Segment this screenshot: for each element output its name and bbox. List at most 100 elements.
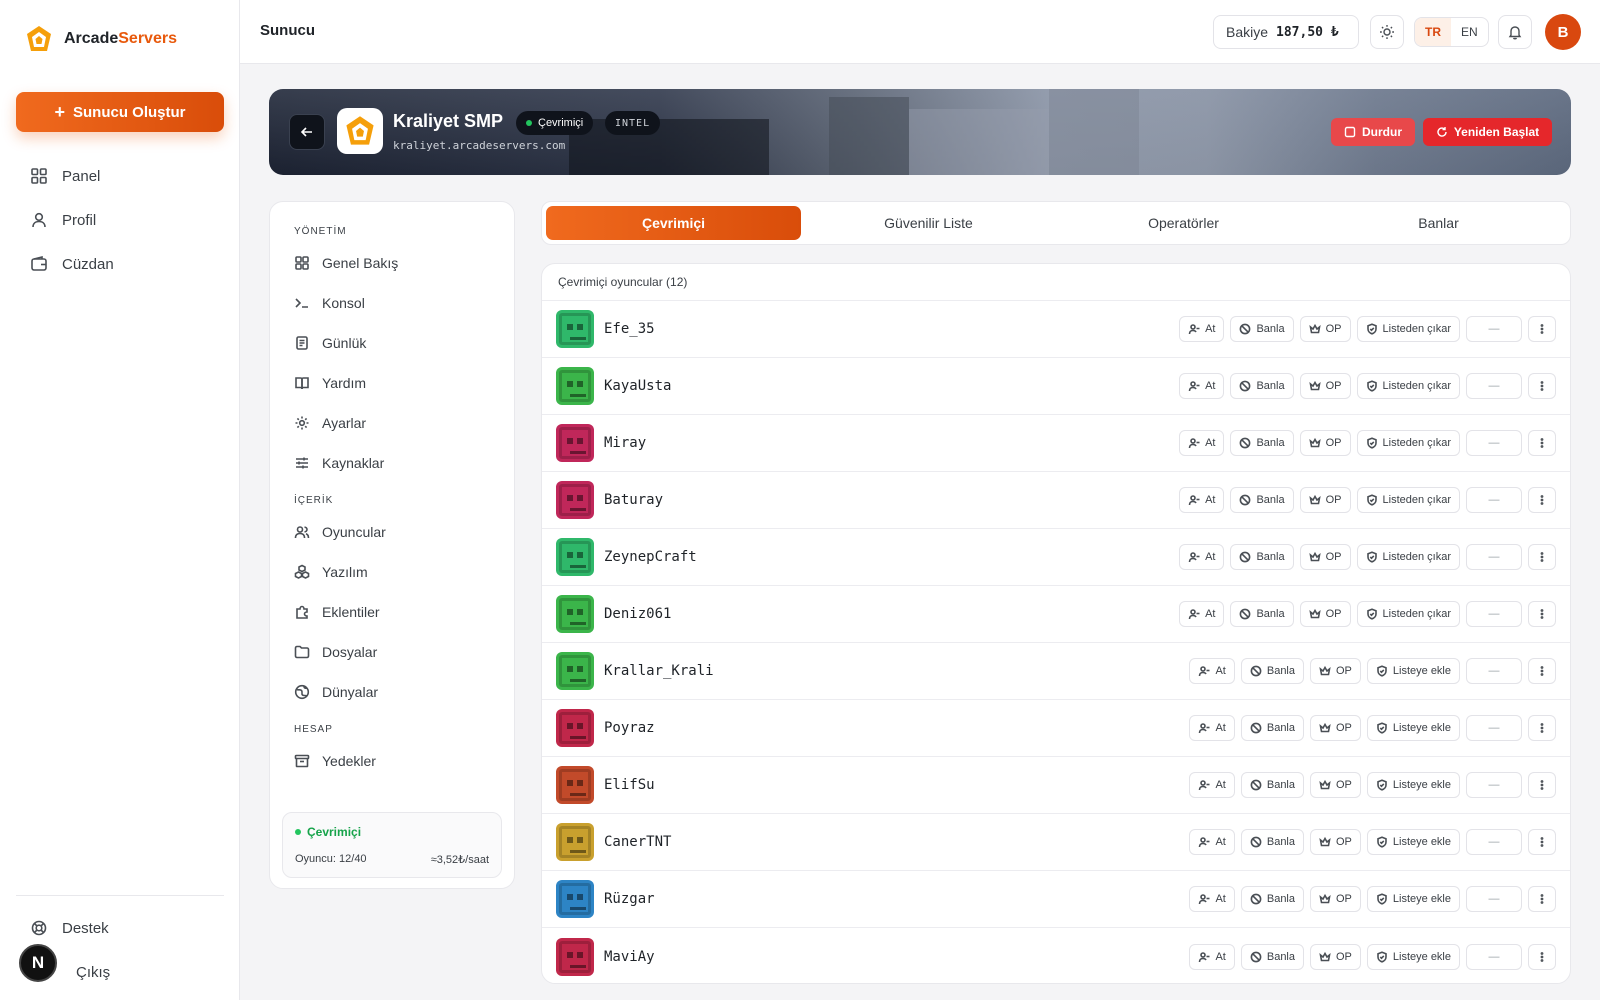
add-to-list-button[interactable]: Listeye ekle [1366, 715, 1460, 741]
more-actions-button[interactable] [1528, 772, 1556, 798]
kick-button[interactable]: At [1179, 316, 1225, 342]
placeholder-action[interactable]: — [1466, 430, 1522, 456]
placeholder-action[interactable]: — [1466, 943, 1522, 970]
kick-button[interactable]: At [1189, 943, 1235, 970]
ban-button[interactable]: Banla [1240, 772, 1304, 798]
server-nav-console[interactable]: Konsol [270, 283, 514, 323]
back-button[interactable] [289, 114, 325, 150]
tab-online[interactable]: Çevrimiçi [546, 206, 801, 240]
server-nav-backups[interactable]: Yedekler [270, 741, 514, 781]
more-actions-button[interactable] [1528, 487, 1556, 513]
placeholder-action[interactable]: — [1466, 487, 1522, 513]
kick-button[interactable]: At [1179, 601, 1225, 627]
balance-display[interactable]: Bakiye 187,50 ₺ [1213, 15, 1359, 49]
server-nav-settings[interactable]: Ayarlar [270, 403, 514, 443]
kick-button[interactable]: At [1179, 430, 1225, 456]
server-domain[interactable]: kraliyet.arcadeservers.com [393, 139, 565, 152]
op-button[interactable]: OP [1310, 772, 1361, 798]
kick-button[interactable]: At [1189, 829, 1235, 855]
server-nav-players[interactable]: Oyuncular [270, 512, 514, 552]
sidebar-item-profile[interactable]: Profil [16, 198, 224, 242]
remove-from-list-button[interactable]: Listeden çıkar [1356, 544, 1460, 570]
op-button[interactable]: OP [1299, 601, 1351, 627]
add-to-list-button[interactable]: Listeye ekle [1366, 772, 1460, 798]
restart-button[interactable]: Yeniden Başlat [1423, 118, 1552, 146]
more-actions-button[interactable] [1528, 829, 1556, 855]
server-nav-software[interactable]: Yazılım [270, 552, 514, 592]
more-actions-button[interactable] [1528, 544, 1556, 570]
server-nav-resources[interactable]: Kaynaklar [270, 443, 514, 483]
op-button[interactable]: OP [1310, 715, 1361, 741]
add-to-list-button[interactable]: Listeye ekle [1366, 829, 1460, 855]
add-to-list-button[interactable]: Listeye ekle [1366, 943, 1460, 970]
theme-toggle-button[interactable] [1370, 15, 1404, 49]
more-actions-button[interactable] [1528, 715, 1556, 741]
kick-button[interactable]: At [1179, 373, 1225, 399]
remove-from-list-button[interactable]: Listeden çıkar [1356, 373, 1460, 399]
op-button[interactable]: OP [1310, 658, 1361, 684]
tab-whitelist[interactable]: Güvenilir Liste [801, 206, 1056, 240]
more-actions-button[interactable] [1528, 886, 1556, 912]
ban-button[interactable]: Banla [1230, 487, 1294, 513]
op-button[interactable]: OP [1310, 886, 1361, 912]
op-button[interactable]: OP [1310, 829, 1361, 855]
sidebar-item-support[interactable]: Destek [16, 906, 224, 950]
brand[interactable]: ArcadeServers [24, 24, 177, 54]
sidebar-item-panel[interactable]: Panel [16, 154, 224, 198]
ban-button[interactable]: Banla [1240, 715, 1304, 741]
op-button[interactable]: OP [1299, 544, 1351, 570]
ban-button[interactable]: Banla [1240, 943, 1304, 970]
placeholder-action[interactable]: — [1466, 544, 1522, 570]
ban-button[interactable]: Banla [1230, 316, 1294, 342]
tab-bans[interactable]: Banlar [1311, 206, 1566, 240]
more-actions-button[interactable] [1528, 601, 1556, 627]
placeholder-action[interactable]: — [1466, 772, 1522, 798]
placeholder-action[interactable]: — [1466, 829, 1522, 855]
add-to-list-button[interactable]: Listeye ekle [1366, 886, 1460, 912]
kick-button[interactable]: At [1189, 772, 1235, 798]
server-nav-worlds[interactable]: Dünyalar [270, 672, 514, 712]
remove-from-list-button[interactable]: Listeden çıkar [1356, 601, 1460, 627]
ban-button[interactable]: Banla [1230, 601, 1294, 627]
placeholder-action[interactable]: — [1466, 886, 1522, 912]
kick-button[interactable]: At [1189, 715, 1235, 741]
server-nav-plugins[interactable]: Eklentiler [270, 592, 514, 632]
placeholder-action[interactable]: — [1466, 373, 1522, 399]
ban-button[interactable]: Banla [1240, 886, 1304, 912]
placeholder-action[interactable]: — [1466, 316, 1522, 342]
notifications-button[interactable] [1498, 15, 1532, 49]
ban-button[interactable]: Banla [1230, 373, 1294, 399]
ban-button[interactable]: Banla [1230, 430, 1294, 456]
kick-button[interactable]: At [1189, 886, 1235, 912]
add-to-list-button[interactable]: Listeye ekle [1366, 658, 1460, 684]
remove-from-list-button[interactable]: Listeden çıkar [1356, 487, 1460, 513]
kick-button[interactable]: At [1179, 487, 1225, 513]
sidebar-item-wallet[interactable]: Cüzdan [16, 242, 224, 286]
stop-button[interactable]: Durdur [1331, 118, 1415, 146]
more-actions-button[interactable] [1528, 430, 1556, 456]
placeholder-action[interactable]: — [1466, 601, 1522, 627]
kick-button[interactable]: At [1189, 658, 1235, 684]
create-server-button[interactable]: + Sunucu Oluştur [16, 92, 224, 132]
dev-badge[interactable]: N [19, 944, 57, 982]
placeholder-action[interactable]: — [1466, 715, 1522, 741]
ban-button[interactable]: Banla [1230, 544, 1294, 570]
more-actions-button[interactable] [1528, 943, 1556, 970]
avatar[interactable]: B [1545, 14, 1581, 50]
server-nav-files[interactable]: Dosyalar [270, 632, 514, 672]
more-actions-button[interactable] [1528, 658, 1556, 684]
op-button[interactable]: OP [1310, 943, 1361, 970]
remove-from-list-button[interactable]: Listeden çıkar [1356, 430, 1460, 456]
op-button[interactable]: OP [1299, 487, 1351, 513]
op-button[interactable]: OP [1299, 373, 1351, 399]
placeholder-action[interactable]: — [1466, 658, 1522, 684]
op-button[interactable]: OP [1299, 316, 1351, 342]
ban-button[interactable]: Banla [1240, 829, 1304, 855]
more-actions-button[interactable] [1528, 373, 1556, 399]
tab-operators[interactable]: Operatörler [1056, 206, 1311, 240]
lang-en-button[interactable]: EN [1451, 18, 1488, 46]
server-nav-overview[interactable]: Genel Bakış [270, 243, 514, 283]
op-button[interactable]: OP [1299, 430, 1351, 456]
ban-button[interactable]: Banla [1240, 658, 1304, 684]
more-actions-button[interactable] [1528, 316, 1556, 342]
